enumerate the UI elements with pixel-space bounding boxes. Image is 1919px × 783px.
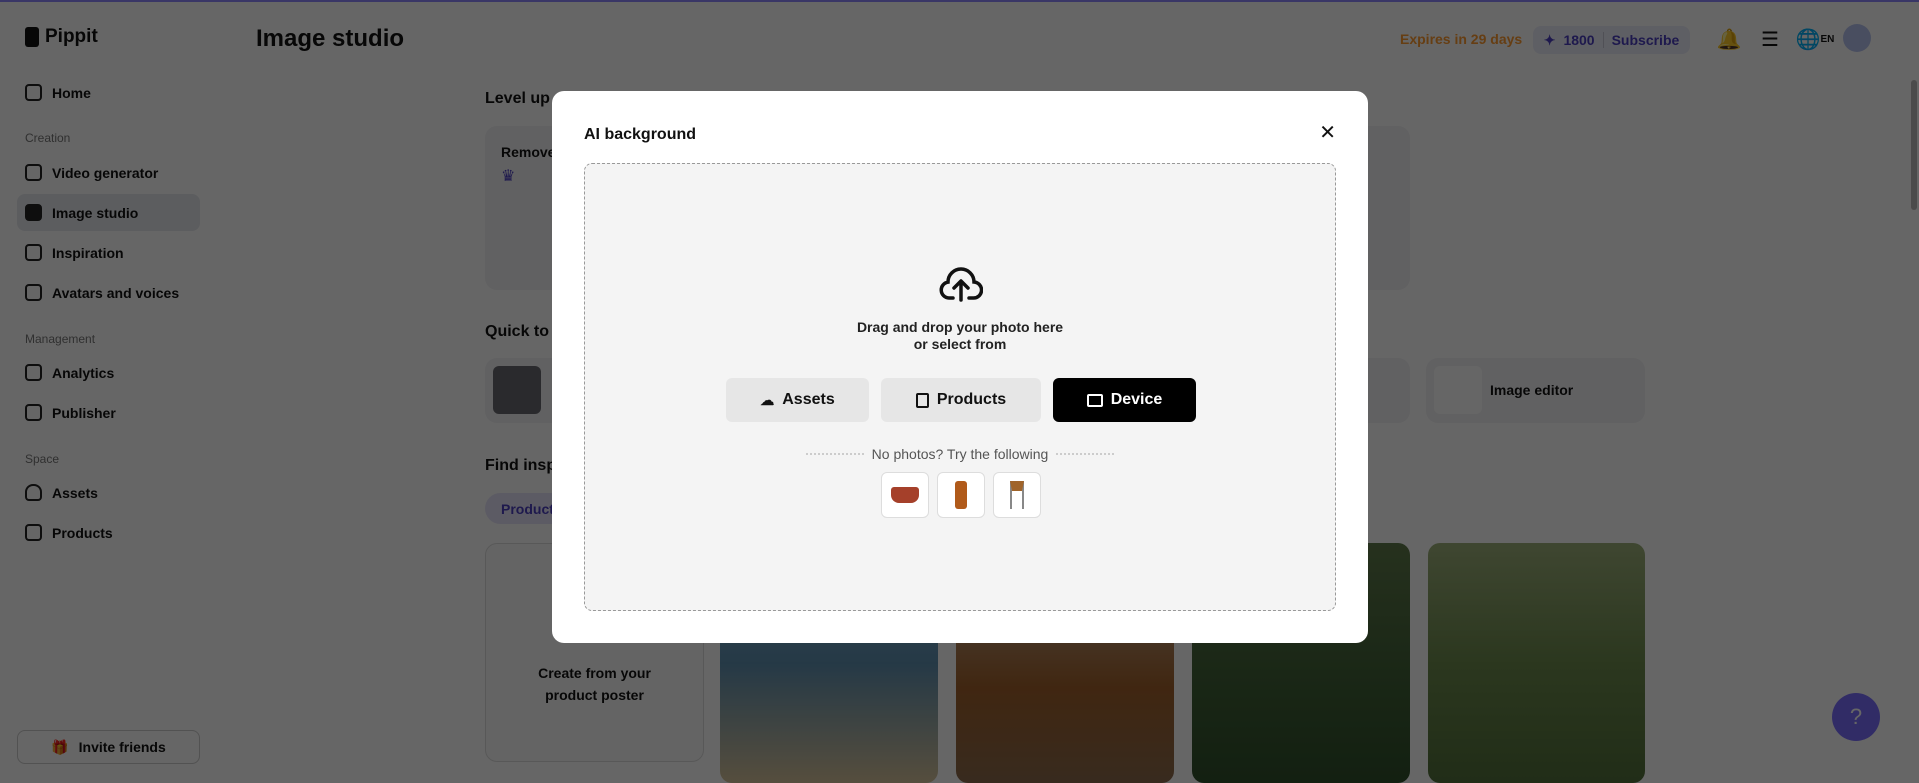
chair-image [1010, 481, 1024, 509]
sidebar-item-video-generator[interactable]: Video generator [17, 154, 200, 191]
sidebar-item-products[interactable]: Products [17, 514, 200, 551]
drag-drop-text: Drag and drop your photo here [856, 319, 1064, 335]
section-label-management: Management [25, 332, 96, 346]
credits-count: 1800 [1563, 32, 1595, 48]
sparkle-icon: ✦ [1543, 31, 1556, 48]
expires-text: Expires in 29 days [1400, 31, 1523, 47]
nav-label: Publisher [52, 404, 116, 421]
device-button[interactable]: Device [1053, 378, 1196, 422]
products-button[interactable]: Products [881, 378, 1041, 422]
cloud-icon [25, 484, 42, 501]
assets-button[interactable]: ☁ Assets [726, 378, 869, 422]
nav-label: Products [52, 524, 113, 541]
sidebar-item-analytics[interactable]: Analytics [17, 354, 200, 391]
gallery-image-bottle[interactable] [1428, 543, 1645, 783]
bell-icon[interactable]: 🔔 [1717, 27, 1742, 51]
bag-icon [25, 524, 42, 541]
top-accent-line [0, 0, 1919, 2]
page-title: Image studio [256, 25, 405, 52]
home-icon [25, 84, 42, 101]
divider [1602, 32, 1604, 48]
button-label: Assets [782, 391, 835, 408]
scrollbar[interactable] [1911, 80, 1917, 210]
upload-dropzone[interactable]: Drag and drop your photo here or select … [584, 163, 1336, 611]
monitor-icon [1086, 393, 1103, 407]
language-button[interactable]: 🌐 EN [1796, 27, 1835, 51]
sidebar-item-avatars[interactable]: Avatars and voices [17, 274, 200, 311]
find-inspiration-heading: Find insp [485, 457, 557, 474]
nav-label: Image studio [52, 204, 139, 221]
bottle-image [955, 481, 967, 509]
stack-icon[interactable]: ☰ [1759, 27, 1781, 51]
pot-image [891, 487, 919, 503]
avatar-icon [25, 284, 42, 301]
quick-tools-heading: Quick to [485, 323, 550, 340]
select-from-text: or select from [913, 336, 1007, 352]
globe-icon: 🌐 [1795, 28, 1821, 51]
inspiration-icon [25, 244, 42, 261]
divider [1056, 453, 1115, 455]
level-up-heading: Level up [485, 90, 550, 107]
subscribe-button[interactable]: Subscribe [1612, 32, 1680, 48]
button-label: Products [936, 391, 1007, 408]
logo[interactable]: Pippit [25, 26, 98, 48]
nav-label: Assets [52, 484, 98, 501]
help-button[interactable]: ? [1832, 693, 1880, 741]
divider [805, 453, 864, 455]
nav-label: Inspiration [52, 244, 124, 261]
question-icon: ? [1849, 704, 1863, 729]
sidebar-item-home[interactable]: Home [17, 74, 200, 111]
button-label: Device [1110, 391, 1163, 408]
try-text: No photos? Try the following [871, 446, 1049, 462]
sample-pot[interactable] [881, 472, 929, 518]
credits-pill[interactable]: ✦ 1800 Subscribe [1533, 26, 1690, 54]
nav-label: Home [52, 84, 91, 101]
section-label-creation: Creation [25, 131, 71, 145]
analytics-icon [25, 364, 42, 381]
card-title: Remove [501, 144, 556, 160]
logo-text: Pippit [45, 26, 98, 47]
ai-background-modal: AI background ✕ Drag and drop your photo… [552, 91, 1368, 643]
nav-label: Avatars and voices [52, 284, 180, 301]
sample-prompt: No photos? Try the following [585, 446, 1335, 462]
language-code: EN [1820, 33, 1835, 45]
sidebar-item-inspiration[interactable]: Inspiration [17, 234, 200, 271]
image-editor-icon [1434, 366, 1482, 414]
flowers-thumbnail [493, 366, 541, 414]
image-icon [25, 204, 42, 221]
sample-chair[interactable] [993, 472, 1041, 518]
video-icon [25, 164, 42, 181]
gift-icon: 🎁 [51, 738, 69, 755]
nav-label: Video generator [52, 164, 159, 181]
sidebar-item-publisher[interactable]: Publisher [17, 394, 200, 431]
modal-title: AI background [584, 126, 697, 143]
crown-icon: ♛ [501, 168, 516, 185]
cloud-upload-icon [939, 267, 983, 302]
invite-friends-button[interactable]: 🎁 Invite friends [17, 730, 200, 764]
sidebar-item-image-studio[interactable]: Image studio [17, 194, 200, 231]
sidebar-item-assets[interactable]: Assets [17, 474, 200, 511]
card-label: Create from your product poster [538, 665, 651, 703]
cloud-icon: ☁ [760, 391, 775, 408]
section-label-space: Space [25, 452, 60, 466]
image-editor-tool[interactable]: Image editor [1426, 358, 1645, 423]
invite-label: Invite friends [78, 739, 166, 755]
sample-bottle[interactable] [937, 472, 985, 518]
close-icon[interactable]: ✕ [1319, 123, 1336, 143]
tool-label: Image editor [1490, 382, 1574, 398]
nav-label: Analytics [52, 364, 115, 381]
bag-icon [915, 392, 929, 408]
pippit-logo-icon [25, 27, 39, 47]
avatar[interactable] [1843, 24, 1871, 52]
calendar-icon [25, 404, 42, 421]
